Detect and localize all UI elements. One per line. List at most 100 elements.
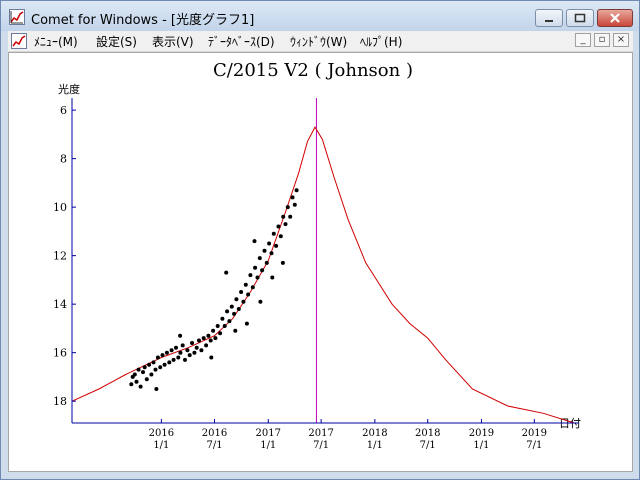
observation-point [178,333,183,338]
observation-point [262,248,267,253]
minimize-button[interactable] [535,9,563,27]
observation-point [142,365,147,370]
child-window-icon[interactable] [11,33,27,49]
x-tick-year-label: 2017 [256,428,281,439]
x-tick-year-label: 2019 [469,428,494,439]
restore-icon: ▫ [598,34,606,45]
observation-point [192,350,197,355]
observation-point [292,202,297,207]
observation-point [224,270,229,275]
y-tick-label: 8 [60,153,67,166]
close-button[interactable] [597,9,633,27]
observation-point [232,311,237,316]
observation-point [209,355,214,360]
x-tick-year-label: 2018 [362,428,387,439]
y-tick-label: 14 [53,298,67,311]
x-tick-date-label: 7/1 [420,440,436,451]
menu-help[interactable]: ﾍﾙﾌﾟ(H) [360,33,402,50]
observation-point [248,273,253,278]
x-tick-year-label: 2019 [522,428,547,439]
observation-point [129,382,134,387]
menu-view[interactable]: 表示(V) [152,33,194,50]
observation-point [250,285,255,290]
menu-database[interactable]: ﾃﾞｰﾀﾍﾞｰｽ(D) [208,33,275,50]
menu-settings[interactable]: 設定(S) [96,33,137,50]
observation-point [225,309,230,314]
observation-point [164,350,169,355]
x-tick-date-label: 7/1 [206,440,222,451]
observation-point [199,348,204,353]
observation-point [278,234,283,239]
y-tick-label: 6 [60,104,67,117]
light-curve-chart: C/2015 V2 ( Johnson ) 光度 日付 681012141618… [53,60,581,451]
observation-point [269,251,274,256]
close-icon: × [616,34,626,45]
observation-point [167,360,172,365]
observation-point [201,336,206,341]
observation-point [236,307,241,311]
observation-point [138,384,143,389]
observation-point [274,243,279,248]
observation-point [155,355,160,360]
observation-point [211,328,216,333]
mdi-minimize-button[interactable]: _ [575,33,591,47]
observation-point [180,343,185,348]
title-bar[interactable]: Comet for Windows - [光度グラフ1] [1,1,639,31]
x-tick-date-label: 7/1 [526,440,542,451]
menu-window[interactable]: ｳｨﾝﾄﾞｳ(W) [290,33,347,50]
observation-point [280,260,285,265]
observation-point [267,241,272,246]
observation-point [151,360,156,365]
observation-point [178,350,183,355]
x-tick-year-label: 2018 [415,428,440,439]
observation-point [185,348,190,353]
observation-point [246,292,251,297]
y-tick-label: 12 [53,250,67,263]
observation-point [255,275,260,280]
observation-point [285,205,290,210]
observation-point [271,231,276,236]
menu-bar: ﾒﾆｭｰ(M) 設定(S) 表示(V) ﾃﾞｰﾀﾍﾞｰｽ(D) ｳｨﾝﾄﾞｳ(W… [8,31,633,52]
observation-point [162,362,167,367]
observation-point [258,299,263,304]
y-tick-label: 10 [53,201,67,214]
observation-point [244,321,249,326]
maximize-button[interactable] [566,9,594,27]
observation-point [229,304,234,309]
mdi-close-button[interactable]: × [613,33,629,47]
observation-point [213,336,218,341]
x-tick-date-label: 1/1 [260,440,276,451]
observation-point [206,333,211,338]
observation-point [187,353,192,358]
observation-point [288,214,293,219]
observation-point [218,331,223,336]
app-window: Comet for Windows - [光度グラフ1] ﾒﾆｭｰ(M) 設定(… [0,0,640,480]
minimize-icon [545,20,553,22]
observation-point [208,338,213,343]
observation-point [190,341,194,345]
observation-point [154,387,159,391]
mdi-restore-button[interactable]: ▫ [594,33,610,47]
observation-point [197,338,201,343]
observation-point [252,239,257,244]
observation-point [243,282,248,287]
menu-menu[interactable]: ﾒﾆｭｰ(M) [34,33,78,50]
observation-point [276,224,281,229]
x-tick-date-label: 7/1 [313,440,329,451]
observation-point [174,345,178,350]
observation-point [194,345,199,350]
observation-point [239,290,244,294]
observation-point [147,362,152,367]
chart-title: C/2015 V2 ( Johnson ) [213,60,413,81]
observation-point [220,316,225,321]
comet-graph-icon [9,9,25,25]
observation-point [260,268,265,273]
observation-point [141,370,145,375]
observation-point [132,372,137,377]
observation-point [183,357,187,362]
observation-point [160,353,165,358]
observation-point [136,367,141,372]
observation-point [253,265,258,270]
x-tick-year-label: 2016 [149,428,174,439]
x-tick-date-label: 1/1 [473,440,489,451]
